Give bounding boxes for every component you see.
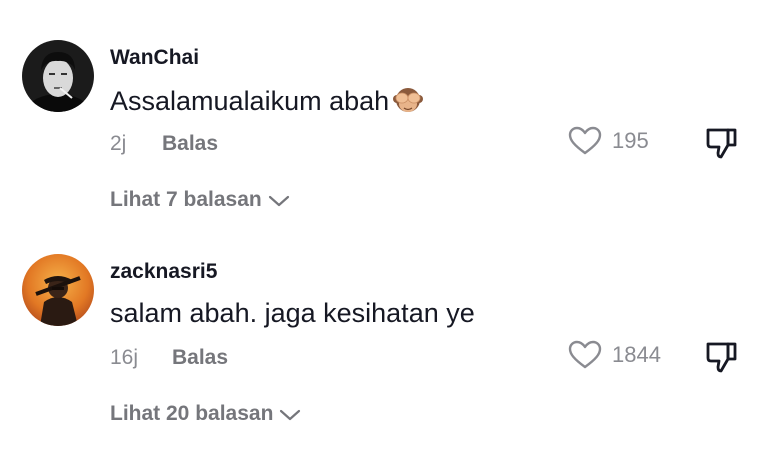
view-replies-button[interactable]: Lihat 20 balasan [110,402,301,426]
comment-meta: 16j Balas [110,346,228,370]
heart-icon [568,126,602,155]
comment-time: 16j [110,346,139,369]
view-replies-button[interactable]: Lihat 7 balasan [110,188,290,212]
like-button[interactable]: 1844 [568,340,661,370]
dislike-button[interactable] [704,340,738,379]
reply-button[interactable]: Balas [162,132,218,156]
heart-icon [568,340,602,369]
avatar[interactable] [22,254,94,326]
chevron-down-icon [280,409,301,421]
like-count: 195 [612,128,649,153]
thumbs-down-icon [706,342,737,373]
comment-time: 2j [110,132,127,155]
avatar[interactable] [22,40,94,112]
thumbs-down-icon [706,128,737,159]
view-replies-label: Lihat 20 balasan [110,402,274,425]
view-replies-label: Lihat 7 balasan [110,188,262,211]
reply-button[interactable]: Balas [172,346,228,370]
comment-username[interactable]: zacknasri5 [110,260,217,284]
comment-text-content: Assalamualaikum abah [110,85,390,116]
comment-meta: 2j Balas [110,132,218,156]
chevron-down-icon [268,195,289,207]
comment-text: Assalamualaikum abah [110,84,425,118]
comment-username[interactable]: WanChai [110,46,199,70]
avatar-image [22,40,94,112]
see-no-evil-monkey-icon [391,84,425,118]
dislike-button[interactable] [704,126,738,165]
comment-text-content: salam abah. jaga kesihatan ye [110,298,475,328]
like-count: 1844 [612,342,661,367]
like-button[interactable]: 195 [568,126,649,156]
avatar-image [22,254,94,326]
comment-text: salam abah. jaga kesihatan ye [110,298,475,329]
